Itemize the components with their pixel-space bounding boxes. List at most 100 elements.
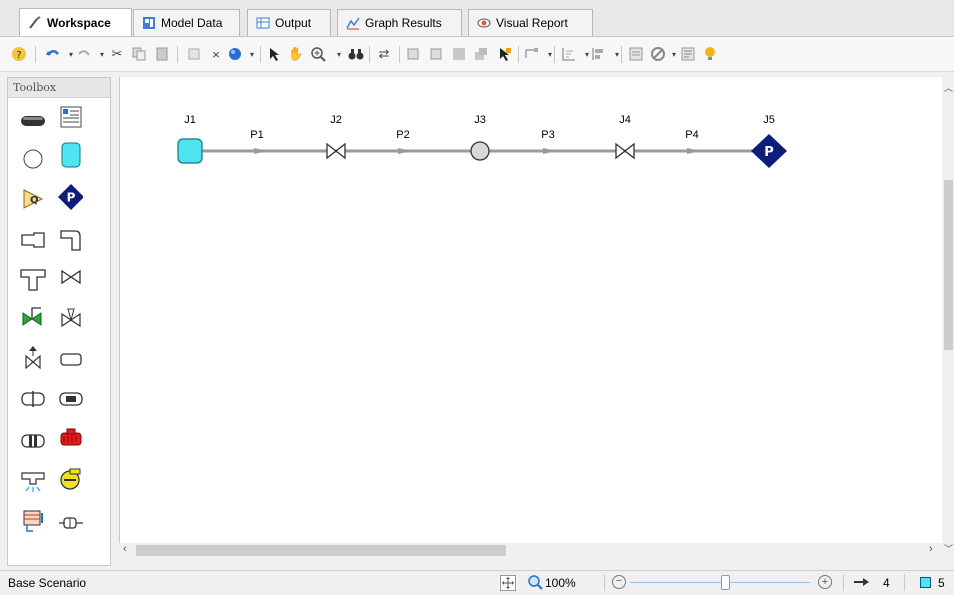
tab-output[interactable]: Output <box>247 9 331 36</box>
workspace-icon <box>28 15 42 30</box>
globe-icon[interactable] <box>226 45 244 63</box>
notes-icon[interactable] <box>679 45 697 63</box>
junction-j3-branch[interactable] <box>470 141 490 161</box>
reservoir-tool-icon[interactable] <box>58 142 84 168</box>
tab-graph-results[interactable]: Graph Results <box>337 9 462 36</box>
tab-model-data[interactable]: Model Data <box>133 9 240 36</box>
annotation-tool-icon[interactable] <box>58 104 84 130</box>
pipe-count: 4 <box>883 576 890 590</box>
pointer-icon[interactable] <box>265 45 283 63</box>
properties-icon[interactable] <box>627 45 645 63</box>
zoom-dropdown-icon[interactable]: ▾ <box>330 45 348 63</box>
tee-tool-icon[interactable] <box>20 266 46 292</box>
paste-icon[interactable] <box>153 45 171 63</box>
redo-icon[interactable] <box>75 45 93 63</box>
branch-tool-icon[interactable] <box>20 146 46 172</box>
label-p1: P1 <box>250 129 263 141</box>
undo-icon[interactable] <box>44 45 62 63</box>
pan-hand-icon[interactable]: ✋ <box>287 45 305 63</box>
zoom-level: 100% <box>545 576 576 590</box>
zoom-in-status-icon[interactable]: + <box>818 575 832 589</box>
eye-icon <box>477 16 491 30</box>
pipe-tool-icon[interactable] <box>20 108 46 134</box>
annotation-icon[interactable] <box>523 45 541 63</box>
scroll-up-icon[interactable]: ︿ <box>944 81 953 94</box>
horizontal-scroll-thumb[interactable] <box>136 545 506 556</box>
screen-tool-icon[interactable] <box>20 428 46 454</box>
label-j3: J3 <box>474 114 486 126</box>
output-icon <box>256 16 270 30</box>
relief-valve-tool-icon[interactable] <box>20 344 46 370</box>
find-binoculars-icon[interactable] <box>347 45 365 63</box>
label-j5: J5 <box>763 114 775 126</box>
globe-dropdown-icon[interactable]: ▾ <box>243 45 261 63</box>
junction-j2-valve[interactable] <box>326 142 346 160</box>
general-component-tool-icon[interactable] <box>20 508 46 534</box>
scroll-left-icon[interactable]: ‹ <box>123 543 127 555</box>
pipe-network-diagram: P J1 J2 J3 J4 J5 P1 P2 P3 P4 <box>177 114 787 168</box>
area-change-tool-icon[interactable] <box>20 227 46 253</box>
vertical-scrollbar[interactable]: ︿ ﹀ <box>942 77 954 558</box>
horizontal-scrollbar[interactable]: ‹ › <box>119 543 942 558</box>
vertical-scroll-thumb[interactable] <box>944 180 953 350</box>
annotation-dropdown-icon[interactable]: ▾ <box>541 45 559 63</box>
tip-lightbulb-icon[interactable] <box>701 45 719 63</box>
label-p3: P3 <box>541 129 554 141</box>
graph-icon <box>346 16 360 30</box>
pipe-count-icon <box>853 576 873 591</box>
align-right-icon[interactable] <box>427 45 445 63</box>
label-j4: J4 <box>619 114 631 126</box>
help-icon[interactable]: ? <box>10 45 28 63</box>
zoom-in-icon[interactable] <box>309 45 327 63</box>
control-valve-tool-icon[interactable] <box>20 304 46 330</box>
scroll-down-icon[interactable]: ﹀ <box>944 542 953 555</box>
junction-j4-valve[interactable] <box>615 142 635 160</box>
assigned-pressure-tool-icon[interactable]: P <box>57 184 83 210</box>
status-bar: Base Scenario 100% − + 4 5 <box>0 570 954 595</box>
cut-icon[interactable]: ✂ <box>108 45 126 63</box>
reverse-direction-icon[interactable]: ⇄ <box>375 45 393 63</box>
volume-balance-tool-icon[interactable] <box>58 510 84 536</box>
arrange-icon[interactable] <box>560 45 578 63</box>
model-data-icon <box>142 16 156 30</box>
svg-text:Q: Q <box>30 195 39 206</box>
align-left-icon[interactable] <box>404 45 422 63</box>
assigned-flow-tool-icon[interactable]: Q <box>20 186 46 212</box>
workspace-canvas[interactable]: P J1 J2 J3 J4 J5 P1 P2 P3 P4 <box>119 77 942 543</box>
distribute-icon[interactable] <box>590 45 608 63</box>
svg-text:P: P <box>67 191 76 205</box>
heat-exchanger-tool-icon[interactable] <box>20 386 46 412</box>
valve-tool-icon[interactable] <box>58 264 84 290</box>
orifice-tool-icon[interactable] <box>58 386 84 412</box>
scroll-right-icon[interactable]: › <box>929 543 933 555</box>
select-all-icon[interactable] <box>185 45 203 63</box>
junction-j1-reservoir[interactable] <box>177 138 203 164</box>
special-select-icon[interactable] <box>495 45 513 63</box>
label-p4: P4 <box>685 129 698 141</box>
spray-discharge-tool-icon[interactable] <box>58 346 84 372</box>
tab-visual-report[interactable]: Visual Report <box>468 9 593 36</box>
check-valve-tool-icon[interactable] <box>58 304 84 330</box>
distribute-dropdown-icon[interactable]: ▾ <box>608 45 626 63</box>
toolbar: ? ▾ ▾ ✂ × ▾ ✋ ▾ ⇄ ▾ ▾ ▾ ▾ <box>0 36 954 72</box>
pump-tool-icon[interactable] <box>58 466 84 492</box>
toolbox-panel: Toolbox Q P <box>7 77 111 566</box>
label-j2: J2 <box>330 114 342 126</box>
fit-to-window-icon[interactable] <box>500 575 516 591</box>
j5-symbol: P <box>764 145 774 160</box>
copy-icon[interactable] <box>130 45 148 63</box>
tab-workspace[interactable]: Workspace <box>19 8 132 36</box>
scenario-name: Base Scenario <box>8 576 87 590</box>
ungroup-icon[interactable] <box>472 45 490 63</box>
zoom-out-icon[interactable]: − <box>612 575 626 589</box>
spray-nozzle-tool-icon[interactable] <box>20 468 46 494</box>
label-p2: P2 <box>396 129 409 141</box>
compressor-tool-icon[interactable] <box>58 426 84 452</box>
flow-arrow-p4 <box>687 148 701 154</box>
bend-tool-icon[interactable] <box>58 227 84 253</box>
zoom-slider-thumb[interactable] <box>721 575 730 590</box>
delete-icon[interactable]: × <box>207 45 225 63</box>
group-icon[interactable] <box>450 45 468 63</box>
zoom-slider-track[interactable] <box>630 582 810 583</box>
flow-arrow-p1 <box>254 148 268 154</box>
